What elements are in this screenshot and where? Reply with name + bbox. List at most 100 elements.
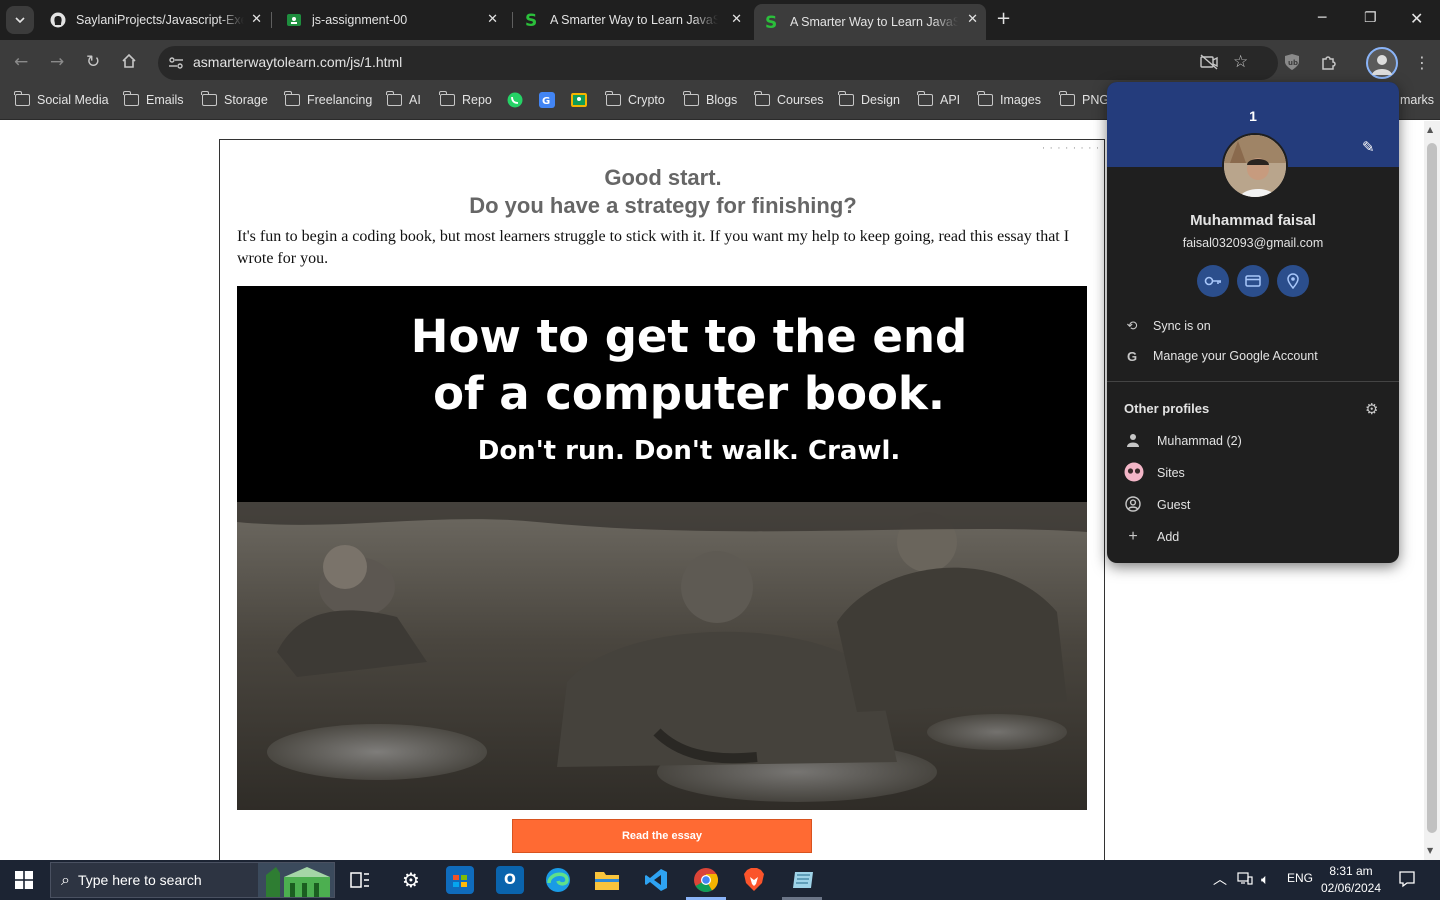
sync-status-row[interactable]: ⟲ Sync is on — [1107, 311, 1399, 341]
clock-date: 02/06/2024 — [1320, 881, 1382, 895]
tab-strip: SaylaniProjects/Javascript-Exercises ✕ j… — [0, 0, 1440, 40]
banner-title-line-1: How to get to the end — [410, 310, 968, 363]
search-icon: ⌕ — [61, 870, 70, 889]
manage-google-account-row[interactable]: G Manage your Google Account — [1107, 341, 1399, 371]
bookmark-folder[interactable]: Images — [977, 91, 1041, 107]
essay-banner-image[interactable]: How to get to the end of a computer book… — [237, 286, 1087, 810]
google-classroom-icon[interactable] — [571, 92, 587, 108]
windows-start-button[interactable] — [0, 860, 48, 900]
ublock-extension-icon[interactable]: ub — [1284, 53, 1300, 75]
all-bookmarks-label[interactable]: marks — [1400, 93, 1434, 107]
scroll-up-icon[interactable]: ▲ — [1427, 125, 1433, 134]
svg-text:ub: ub — [1288, 59, 1298, 67]
decorative-dots: · · · · · · · · — [1042, 144, 1100, 154]
minimize-icon[interactable]: ─ — [1318, 10, 1326, 26]
folder-icon — [683, 91, 699, 106]
restore-icon[interactable]: ❐ — [1364, 10, 1377, 26]
intro-paragraph: It's fun to begin a coding book, but mos… — [237, 228, 1070, 267]
page-heading: Good start. Do you have a strategy for f… — [220, 164, 1106, 220]
banner-subtitle: Don't run. Don't walk. Crawl. — [477, 436, 901, 466]
tab-github[interactable]: SaylaniProjects/Javascript-Exercises ✕ — [40, 4, 270, 36]
bookmark-folder[interactable]: Design — [838, 91, 900, 107]
whatsapp-icon[interactable] — [507, 92, 523, 108]
bookmark-folder[interactable]: API — [917, 91, 960, 107]
camera-off-icon[interactable] — [1200, 54, 1218, 74]
edge-browser-icon[interactable] — [544, 866, 572, 894]
bookmark-folder[interactable]: Freelancing — [284, 91, 372, 107]
read-essay-button[interactable]: Read the essay — [512, 819, 812, 853]
language-indicator[interactable]: ENG — [1287, 871, 1313, 885]
folder-icon — [439, 91, 455, 106]
address-bar[interactable]: asmarterwaytolearn.com/js/1.html ☆ — [158, 46, 1278, 80]
system-clock[interactable]: 8:31 am 02/06/2024 — [1316, 863, 1386, 897]
file-explorer-icon[interactable] — [593, 866, 621, 894]
bookmark-folder[interactable]: Blogs — [683, 91, 737, 107]
google-g-icon: G — [1126, 348, 1138, 364]
extensions-puzzle-icon[interactable] — [1320, 53, 1338, 75]
url-text[interactable]: asmarterwaytolearn.com/js/1.html — [193, 54, 402, 70]
outlook-new-icon[interactable]: O — [496, 866, 524, 894]
close-tab-icon[interactable]: ✕ — [487, 11, 498, 27]
profile-avatar-button[interactable] — [1366, 47, 1398, 79]
settings-gear-icon[interactable]: ⚙ — [397, 866, 425, 894]
show-hidden-icons-chevron-icon[interactable]: ︿ — [1213, 869, 1227, 889]
browser-toolbar: ← → ↻ asmarterwaytolearn.com/js/1.html ☆… — [0, 40, 1440, 86]
scroll-down-icon[interactable]: ▼ — [1427, 846, 1433, 855]
forward-icon[interactable]: → — [50, 53, 64, 71]
volume-icon[interactable]: 🔈︎ — [1261, 871, 1269, 888]
google-translate-icon[interactable]: G — [539, 92, 555, 108]
bookmark-folder[interactable]: Social Media — [14, 91, 109, 107]
payment-card-icon[interactable] — [1237, 265, 1269, 297]
close-tab-icon[interactable]: ✕ — [731, 11, 742, 27]
bookmark-folder[interactable]: Repo — [439, 91, 492, 107]
bookmark-folder[interactable]: AI — [386, 91, 421, 107]
network-icon[interactable] — [1237, 871, 1253, 888]
page-scrollbar[interactable]: ▲ ▼ — [1424, 121, 1440, 860]
manage-profiles-gear-icon[interactable]: ⚙ — [1365, 400, 1378, 418]
close-window-icon[interactable]: ✕ — [1410, 9, 1423, 28]
site-settings-icon[interactable] — [166, 53, 186, 73]
back-icon[interactable]: ← — [14, 53, 28, 71]
notifications-icon[interactable] — [1398, 870, 1416, 891]
addresses-pin-icon[interactable] — [1277, 265, 1309, 297]
taskbar-search-box[interactable]: ⌕ Type here to search — [50, 862, 335, 898]
github-icon — [50, 12, 66, 28]
profile-label: 1 — [1249, 108, 1257, 124]
bookmark-folder[interactable]: Storage — [201, 91, 268, 107]
profile-item-muhammad[interactable]: Muhammad (2) — [1107, 426, 1399, 456]
edit-profile-icon[interactable]: ✎ — [1362, 138, 1375, 156]
reload-icon[interactable]: ↻ — [86, 53, 100, 71]
new-tab-icon[interactable]: + — [996, 10, 1011, 28]
task-view-icon[interactable] — [346, 866, 374, 894]
bookmark-folder[interactable]: PNG — [1059, 91, 1109, 107]
bookmark-folder[interactable]: Courses — [754, 91, 824, 107]
bookmark-folder[interactable]: Crypto — [605, 91, 665, 107]
home-icon[interactable] — [121, 53, 137, 73]
sites-avatar-icon — [1124, 462, 1144, 485]
scrollbar-thumb[interactable] — [1427, 143, 1437, 833]
other-profiles-heading: Other profiles — [1124, 401, 1210, 416]
tab-smarter-way[interactable]: S A Smarter Way to Learn JavaScript ✕ — [514, 4, 750, 36]
heading-line-2: Do you have a strategy for finishing? — [469, 193, 857, 218]
profile-item-guest[interactable]: Guest — [1107, 490, 1399, 520]
chrome-icon[interactable] — [692, 866, 720, 894]
notes-app-icon[interactable] — [789, 866, 817, 894]
close-tab-icon[interactable]: ✕ — [251, 11, 262, 27]
tab-title: js-assignment-00 — [312, 13, 408, 27]
microsoft-store-icon[interactable] — [446, 866, 474, 894]
tab-search-button[interactable] — [6, 6, 34, 34]
brave-browser-icon[interactable] — [740, 866, 768, 894]
profile-item-add[interactable]: + Add — [1107, 522, 1399, 552]
tab-classroom[interactable]: js-assignment-00 ✕ — [276, 4, 506, 36]
passwords-key-icon[interactable] — [1197, 265, 1229, 297]
profile-name: Muhammad faisal — [1190, 212, 1316, 229]
folder-icon — [1059, 91, 1075, 106]
profile-item-sites[interactable]: Sites — [1107, 458, 1399, 488]
vscode-icon[interactable] — [642, 866, 670, 894]
tab-smarter-way-active[interactable]: S A Smarter Way to Learn JavaScript ✕ — [754, 4, 986, 40]
bookmark-star-icon[interactable]: ☆ — [1233, 52, 1248, 72]
close-tab-icon[interactable]: ✕ — [967, 11, 978, 27]
svg-text:G: G — [542, 96, 550, 107]
menu-kebab-icon[interactable]: ⋮ — [1414, 53, 1430, 72]
bookmark-folder[interactable]: Emails — [123, 91, 184, 107]
